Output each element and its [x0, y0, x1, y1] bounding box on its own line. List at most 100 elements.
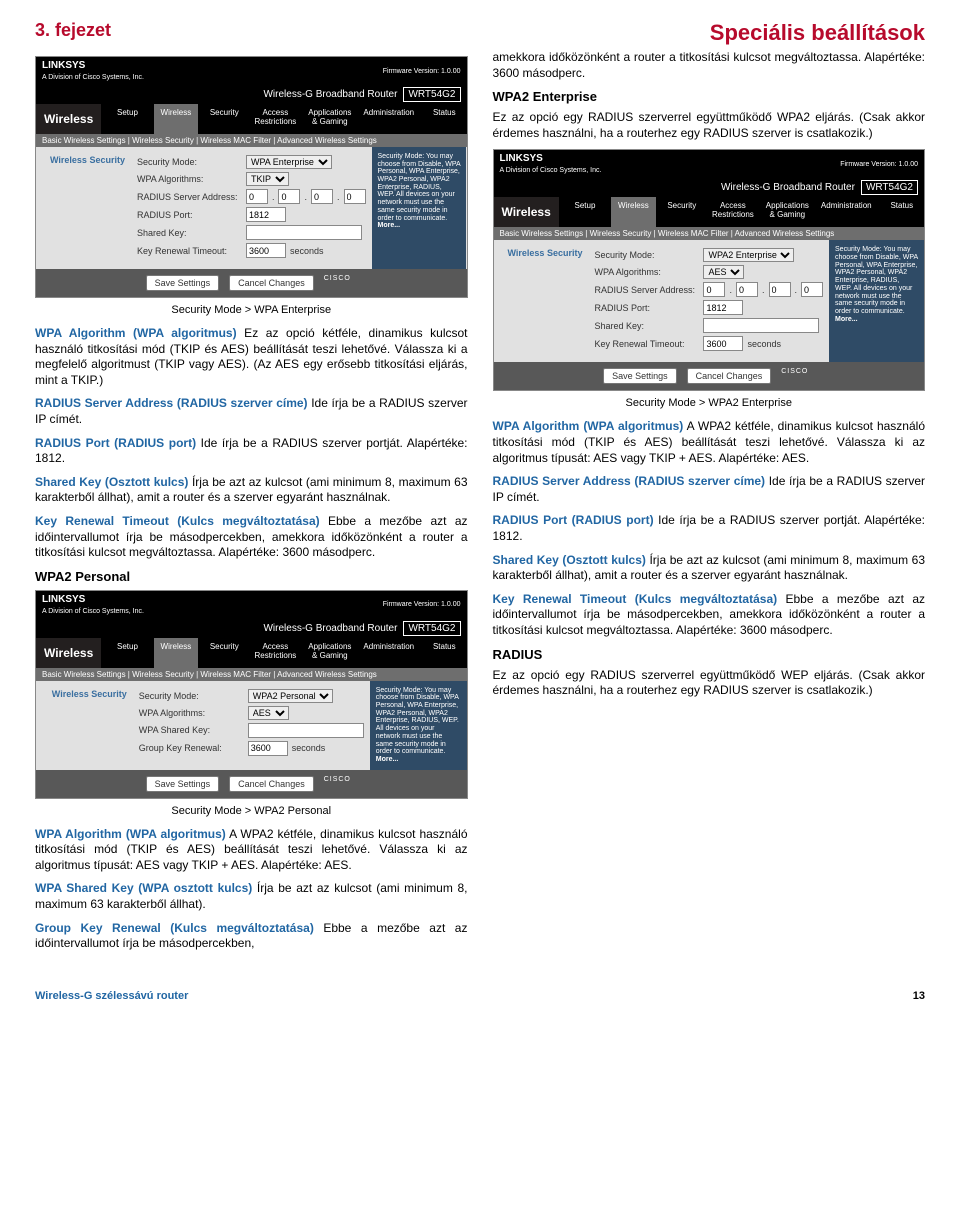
heading-wpa2-enterprise: WPA2 Enterprise [493, 89, 926, 104]
radius-port-input[interactable] [246, 207, 286, 222]
tab-setup[interactable]: Setup [105, 638, 149, 668]
product-name: Wireless-G Broadband Router [263, 89, 397, 100]
seconds-label: seconds [290, 246, 324, 256]
tab-wireless[interactable]: Wireless [154, 104, 198, 134]
ip-octet-4[interactable] [801, 282, 823, 297]
wpa-shared-key-label: WPA Shared Key: [139, 725, 244, 735]
radius-port-input[interactable] [703, 300, 743, 315]
term-key-renewal: Key Renewal Timeout (Kulcs megváltoztatá… [493, 592, 778, 606]
subtabs[interactable]: Basic Wireless Settings | Wireless Secur… [36, 134, 467, 147]
panel-label: Wireless Security [36, 681, 133, 770]
term-wpa-algorithm: WPA Algorithm (WPA algoritmus) [493, 419, 684, 433]
term-group-key-renewal: Group Key Renewal (Kulcs megváltoztatása… [35, 921, 314, 935]
model-badge: WRT54G2 [403, 87, 460, 102]
radius-port-label: RADIUS Port: [594, 303, 699, 313]
term-wpa-algorithm: WPA Algorithm (WPA algoritmus) [35, 326, 237, 340]
shared-key-input[interactable] [703, 318, 819, 333]
term-radius-addr: RADIUS Server Address (RADIUS szerver cí… [35, 396, 308, 410]
ip-octet-3[interactable] [769, 282, 791, 297]
model-badge: WRT54G2 [861, 180, 918, 195]
term-radius-port: RADIUS Port (RADIUS port) [35, 436, 196, 450]
term-radius-addr: RADIUS Server Address (RADIUS szerver cí… [493, 474, 766, 488]
screenshot-wpa2-enterprise: LINKSYS A Division of Cisco Systems, Inc… [493, 149, 926, 391]
body-text: Ez az opció egy RADIUS szerverrel együtt… [493, 668, 926, 699]
screenshot-wpa-enterprise: LINKSYS A Division of Cisco Systems, Inc… [35, 56, 468, 298]
cisco-logo: CISCO [324, 275, 357, 291]
wpa-algo-label: WPA Algorithms: [137, 174, 242, 184]
security-mode-select[interactable]: WPA Enterprise [246, 155, 332, 169]
term-radius-port: RADIUS Port (RADIUS port) [493, 513, 654, 527]
tab-admin[interactable]: Administration [359, 638, 418, 668]
brand-logo: LINKSYS [500, 153, 543, 164]
ip-octet-4[interactable] [344, 189, 366, 204]
security-mode-label: Security Mode: [594, 250, 699, 260]
tab-security[interactable]: Security [660, 197, 704, 227]
fw-version: Firmware Version: 1.0.00 [383, 68, 461, 75]
ip-octet-2[interactable] [278, 189, 300, 204]
wpa-algo-select[interactable]: AES [248, 706, 289, 720]
brand-subtitle: A Division of Cisco Systems, Inc. [42, 74, 144, 81]
help-more-link[interactable]: More... [376, 756, 399, 763]
tab-access[interactable]: Access Restrictions [250, 638, 300, 668]
security-mode-select[interactable]: WPA2 Personal [248, 689, 333, 703]
product-name: Wireless-G Broadband Router [721, 182, 855, 193]
security-mode-select[interactable]: WPA2 Enterprise [703, 248, 794, 262]
wpa-algo-select[interactable]: AES [703, 265, 744, 279]
term-key-renewal: Key Renewal Timeout (Kulcs megváltoztatá… [35, 514, 320, 528]
wpa-shared-key-input[interactable] [248, 723, 364, 738]
nav-section: Wireless [36, 104, 101, 134]
cisco-logo: CISCO [781, 368, 814, 384]
fw-version: Firmware Version: 1.0.00 [840, 161, 918, 168]
section-title: Speciális beállítások [710, 20, 925, 46]
nav-section: Wireless [36, 638, 101, 668]
cancel-button[interactable]: Cancel Changes [229, 776, 314, 792]
key-renewal-label: Key Renewal Timeout: [594, 339, 699, 349]
tab-apps[interactable]: Applications & Gaming [762, 197, 813, 227]
security-mode-label: Security Mode: [137, 157, 242, 167]
nav-section: Wireless [494, 197, 559, 227]
save-button[interactable]: Save Settings [146, 776, 220, 792]
tab-admin[interactable]: Administration [817, 197, 876, 227]
shared-key-label: Shared Key: [137, 228, 242, 238]
tab-access[interactable]: Access Restrictions [708, 197, 758, 227]
security-mode-label: Security Mode: [139, 691, 244, 701]
tab-setup[interactable]: Setup [563, 197, 607, 227]
ip-octet-1[interactable] [703, 282, 725, 297]
subtabs[interactable]: Basic Wireless Settings | Wireless Secur… [494, 227, 925, 240]
tab-setup[interactable]: Setup [105, 104, 149, 134]
save-button[interactable]: Save Settings [146, 275, 220, 291]
ip-octet-2[interactable] [736, 282, 758, 297]
tab-admin[interactable]: Administration [359, 104, 418, 134]
radius-addr-label: RADIUS Server Address: [137, 192, 242, 202]
tab-security[interactable]: Security [202, 638, 246, 668]
ip-octet-3[interactable] [311, 189, 333, 204]
tab-apps[interactable]: Applications & Gaming [304, 638, 355, 668]
key-renewal-input[interactable] [246, 243, 286, 258]
tab-status[interactable]: Status [422, 638, 466, 668]
key-renewal-input[interactable] [703, 336, 743, 351]
wpa-algo-select[interactable]: TKIP [246, 172, 289, 186]
help-more-link[interactable]: More... [378, 222, 401, 229]
caption-wpa2-enterprise: Security Mode > WPA2 Enterprise [493, 397, 926, 409]
tab-wireless[interactable]: Wireless [154, 638, 198, 668]
tab-apps[interactable]: Applications & Gaming [304, 104, 355, 134]
group-renewal-label: Group Key Renewal: [139, 743, 244, 753]
ip-octet-1[interactable] [246, 189, 268, 204]
shared-key-input[interactable] [246, 225, 362, 240]
tab-status[interactable]: Status [422, 104, 466, 134]
tab-status[interactable]: Status [880, 197, 924, 227]
brand-subtitle: A Division of Cisco Systems, Inc. [500, 167, 602, 174]
help-more-link[interactable]: More... [835, 316, 858, 323]
seconds-label: seconds [292, 743, 326, 753]
brand-subtitle: A Division of Cisco Systems, Inc. [42, 608, 144, 615]
save-button[interactable]: Save Settings [603, 368, 677, 384]
cancel-button[interactable]: Cancel Changes [229, 275, 314, 291]
radius-port-label: RADIUS Port: [137, 210, 242, 220]
tab-security[interactable]: Security [202, 104, 246, 134]
subtabs[interactable]: Basic Wireless Settings | Wireless Secur… [36, 668, 467, 681]
group-renewal-input[interactable] [248, 741, 288, 756]
cancel-button[interactable]: Cancel Changes [687, 368, 772, 384]
tab-access[interactable]: Access Restrictions [250, 104, 300, 134]
tab-wireless[interactable]: Wireless [611, 197, 655, 227]
caption-wpa2-personal: Security Mode > WPA2 Personal [35, 805, 468, 817]
